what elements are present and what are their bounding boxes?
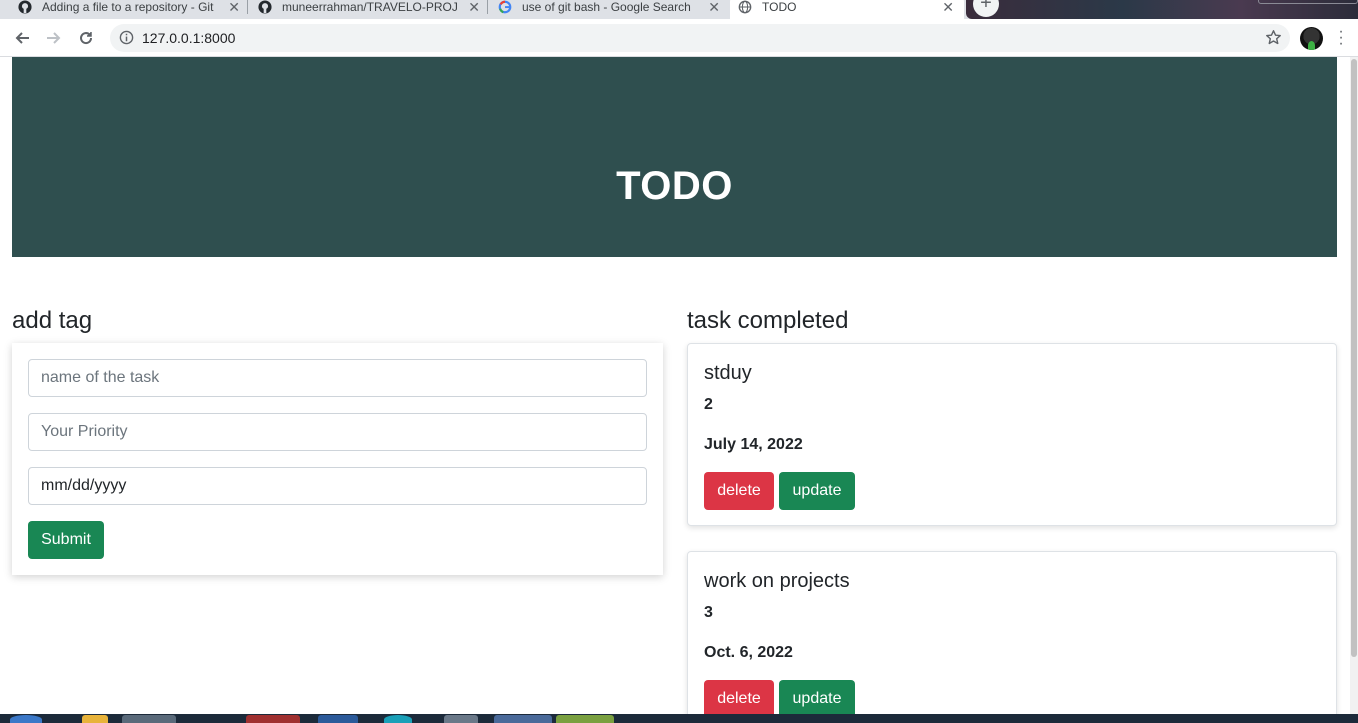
- browser-tab[interactable]: muneerrahman/TRAVELO-PROJE ✕: [258, 0, 484, 19]
- profile-avatar[interactable]: [1300, 27, 1323, 50]
- task-card: stduy 2 July 14, 2022 delete update: [687, 343, 1337, 526]
- github-icon: [258, 0, 272, 14]
- page-scrollbar[interactable]: [1350, 57, 1358, 714]
- reload-icon: [80, 32, 93, 45]
- arrow-left-icon: [15, 32, 29, 44]
- tab-title: use of git bash - Google Search: [522, 0, 691, 14]
- browser-menu-icon[interactable]: · · ·: [1336, 24, 1346, 52]
- tab-divider: [247, 0, 248, 14]
- task-name: stduy: [704, 362, 752, 384]
- delete-button[interactable]: delete: [704, 680, 774, 714]
- page-header: TODO: [12, 57, 1337, 257]
- browser-tab[interactable]: Adding a file to a repository - Git ✕: [18, 0, 244, 19]
- submit-button[interactable]: Submit: [28, 521, 104, 559]
- url-text: 127.0.0.1:8000: [142, 30, 236, 46]
- taskbar-app-icon[interactable]: [494, 715, 552, 723]
- task-priority: 3: [704, 604, 713, 621]
- arrow-right-icon: [47, 32, 61, 44]
- task-date: July 14, 2022: [704, 436, 803, 453]
- address-bar[interactable]: 127.0.0.1:8000: [110, 24, 1290, 52]
- task-date: Oct. 6, 2022: [704, 644, 793, 661]
- task-card: work on projects 3 Oct. 6, 2022 delete u…: [687, 551, 1337, 714]
- back-button[interactable]: [10, 26, 34, 50]
- reload-button[interactable]: [74, 26, 98, 50]
- page-viewport: TODO add tag mm/dd/yyyy Submit task comp…: [0, 57, 1358, 714]
- update-button[interactable]: update: [779, 472, 855, 510]
- scrollbar-thumb[interactable]: [1351, 59, 1357, 657]
- window-controls[interactable]: [1258, 0, 1358, 4]
- close-tab-icon[interactable]: ✕: [228, 0, 240, 16]
- os-taskbar: [0, 714, 1358, 723]
- date-input[interactable]: mm/dd/yyyy: [28, 467, 647, 505]
- priority-input[interactable]: [28, 413, 647, 451]
- tab-title: Adding a file to a repository - Git: [42, 0, 214, 14]
- browser-tab-active[interactable]: TODO ✕: [730, 0, 964, 19]
- google-icon: [498, 0, 512, 13]
- add-section-title: add tag: [12, 307, 93, 334]
- close-tab-icon[interactable]: ✕: [942, 0, 954, 16]
- taskbar-app-icon[interactable]: [318, 715, 358, 723]
- update-button[interactable]: update: [779, 680, 855, 714]
- tab-divider: [487, 0, 488, 14]
- close-tab-icon[interactable]: ✕: [468, 0, 480, 16]
- bookmark-star-icon[interactable]: [1265, 29, 1282, 46]
- taskbar-app-icon[interactable]: [122, 715, 176, 723]
- add-task-form: mm/dd/yyyy Submit: [12, 343, 663, 575]
- tab-title: TODO: [762, 0, 797, 14]
- taskbar-app-icon[interactable]: [246, 715, 300, 723]
- task-priority: 2: [704, 396, 713, 413]
- forward-button[interactable]: [42, 26, 66, 50]
- task-name-input[interactable]: [28, 359, 647, 397]
- date-input-placeholder: mm/dd/yyyy: [41, 477, 127, 494]
- page-title: TODO: [616, 163, 733, 208]
- start-button[interactable]: [10, 715, 42, 723]
- github-icon: [18, 0, 32, 14]
- task-name: work on projects: [704, 570, 850, 592]
- taskbar-app-icon[interactable]: [384, 715, 412, 723]
- tab-title: muneerrahman/TRAVELO-PROJE: [282, 0, 457, 14]
- browser-toolbar: 127.0.0.1:8000 · · ·: [0, 19, 1358, 57]
- delete-button[interactable]: delete: [704, 472, 774, 510]
- browser-tab[interactable]: use of git bash - Google Search ✕: [498, 0, 724, 19]
- close-tab-icon[interactable]: ✕: [708, 0, 720, 16]
- browser-tabstrip: Adding a file to a repository - Git ✕ mu…: [0, 0, 1358, 19]
- globe-icon: [738, 0, 752, 13]
- info-icon[interactable]: [119, 30, 134, 45]
- taskbar-app-icon[interactable]: [444, 715, 478, 723]
- taskbar-app-icon[interactable]: [556, 715, 614, 723]
- completed-section-title: task completed: [687, 307, 849, 334]
- taskbar-app-icon[interactable]: [82, 715, 108, 723]
